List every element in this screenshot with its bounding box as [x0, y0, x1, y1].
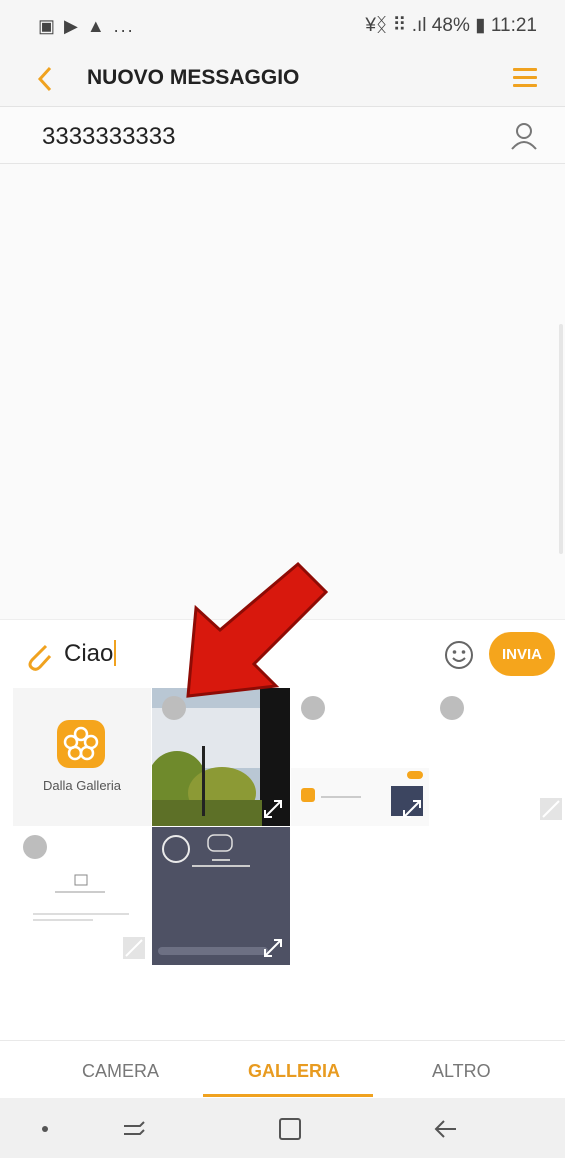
tab-altro[interactable]: ALTRO: [432, 1061, 491, 1082]
gallery-thumbnail[interactable]: [152, 688, 290, 826]
flower-icon: [63, 726, 99, 761]
active-tab-indicator: [203, 1094, 373, 1097]
expand-icon[interactable]: [262, 937, 284, 959]
emoji-button[interactable]: [444, 640, 474, 670]
scroll-indicator[interactable]: [559, 324, 563, 554]
red-arrow-annotation: [186, 561, 329, 698]
from-gallery-tile[interactable]: Dalla Galleria: [13, 688, 151, 826]
expand-icon[interactable]: [401, 798, 423, 820]
gallery-grid: Dalla Galleria: [0, 688, 565, 968]
tab-camera[interactable]: CAMERA: [82, 1061, 159, 1082]
gallery-thumbnail[interactable]: [430, 688, 565, 826]
recipient-field[interactable]: 3333333333: [0, 107, 565, 164]
home-icon[interactable]: [276, 1116, 304, 1142]
gallery-thumbnail[interactable]: [13, 827, 151, 965]
gallery-app-icon: [57, 720, 105, 768]
status-left-icons: ▣ ▶ ▲ ...: [38, 16, 135, 36]
select-circle[interactable]: [162, 835, 190, 863]
system-nav-bar: [0, 1098, 565, 1158]
expand-icon[interactable]: [262, 798, 284, 820]
expand-icon[interactable]: [540, 798, 562, 820]
recents-icon[interactable]: [120, 1116, 148, 1142]
paperclip-icon: [28, 644, 52, 671]
page-title: NUOVO MESSAGGIO: [87, 66, 300, 89]
message-text: Ciao: [64, 640, 114, 667]
chevron-left-icon: [37, 66, 52, 92]
select-circle[interactable]: [23, 835, 47, 859]
recipient-number[interactable]: 3333333333: [42, 123, 175, 151]
status-bar: ▣ ▶ ▲ ... ¥ᛝ ⠿ .ıl 48% ▮ 11:21: [0, 0, 565, 52]
status-right-info: ¥ᛝ ⠿ .ıl 48% ▮ 11:21: [365, 15, 537, 36]
select-circle[interactable]: [440, 696, 464, 720]
person-icon: [511, 123, 537, 150]
tab-galleria[interactable]: GALLERIA: [248, 1061, 340, 1082]
gallery-thumbnail[interactable]: [152, 827, 290, 965]
from-gallery-label: Dalla Galleria: [42, 778, 122, 793]
back-button[interactable]: [30, 58, 66, 100]
conversation-area: [0, 164, 565, 619]
menu-icon: [513, 68, 537, 71]
send-button[interactable]: INVIA: [489, 632, 555, 676]
app-bar: NUOVO MESSAGGIO: [0, 52, 565, 107]
message-input[interactable]: Ciao: [64, 640, 117, 668]
smiley-icon: [445, 641, 473, 669]
contact-picker-button[interactable]: [509, 121, 539, 151]
back-nav-icon[interactable]: [432, 1116, 460, 1142]
expand-icon[interactable]: [123, 937, 145, 959]
gallery-thumbnail[interactable]: [291, 688, 429, 826]
attachment-tabs: CAMERA GALLERIA ALTRO: [0, 1040, 565, 1099]
attach-button[interactable]: [22, 638, 54, 672]
menu-button[interactable]: [513, 64, 537, 92]
nav-dot-icon[interactable]: [42, 1126, 48, 1132]
text-caret: [114, 640, 117, 666]
